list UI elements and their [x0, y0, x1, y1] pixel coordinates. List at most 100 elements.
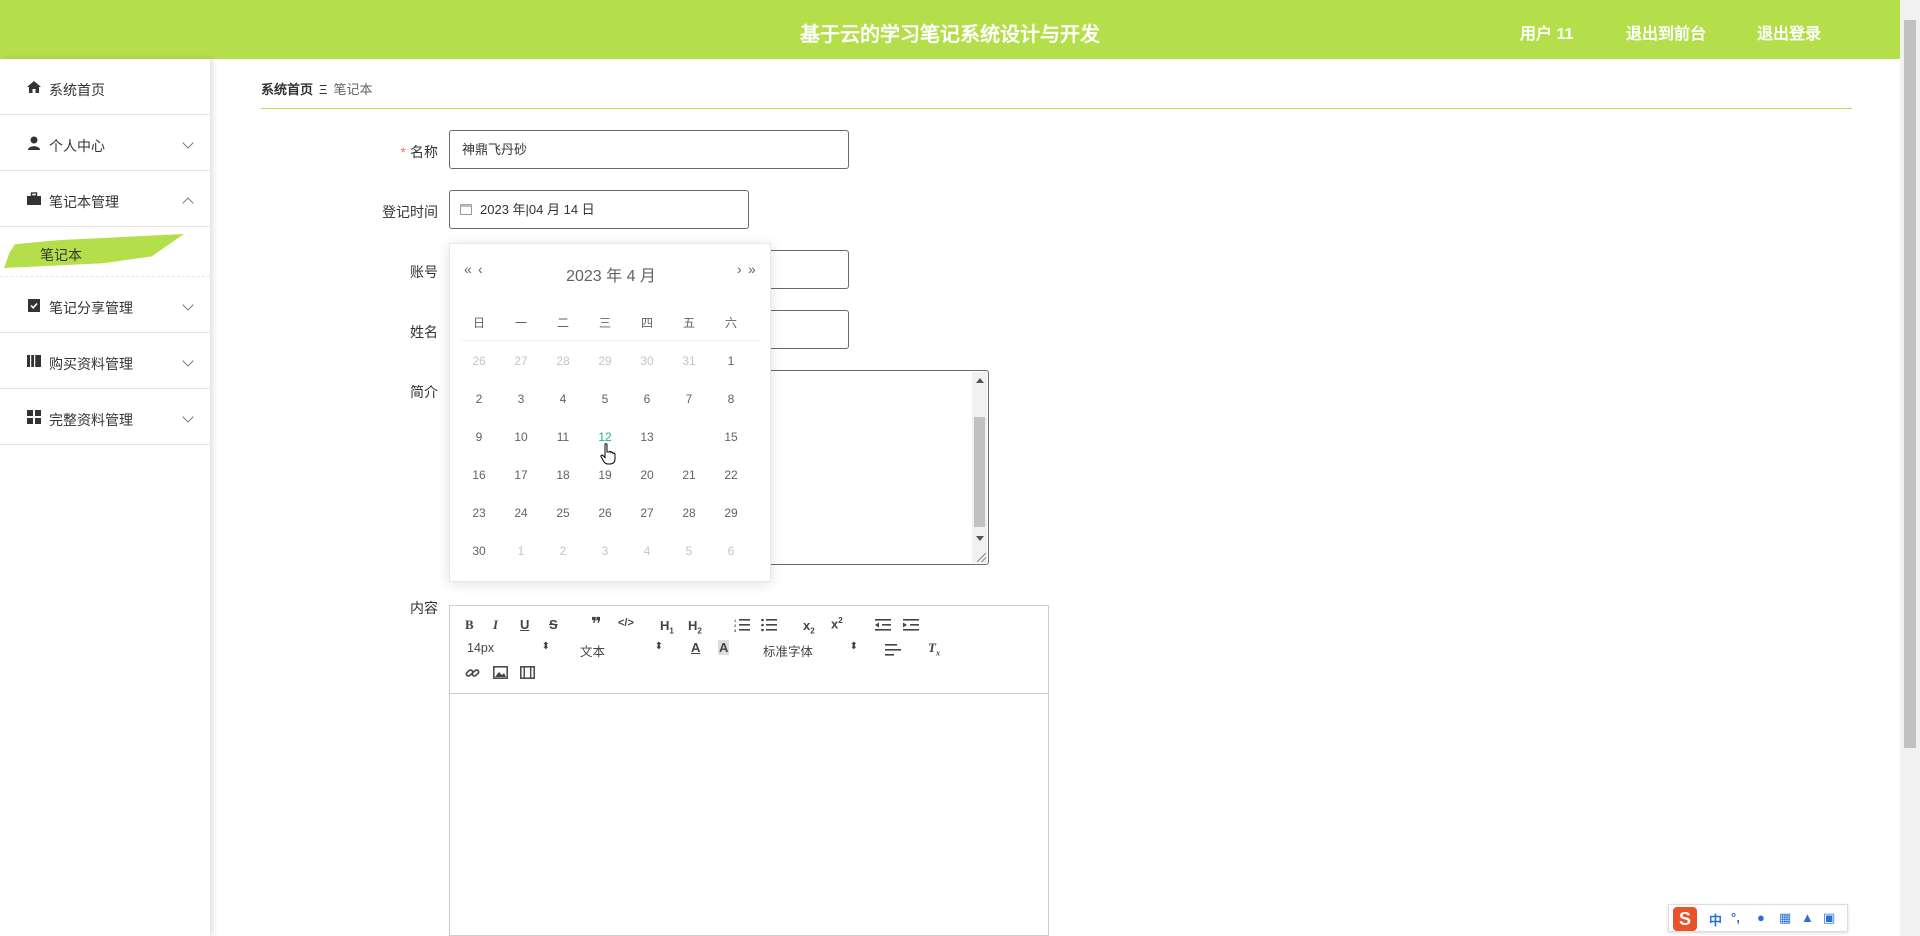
calendar-day[interactable]: 29 — [710, 501, 752, 525]
font-color-icon[interactable]: A — [691, 640, 700, 655]
calendar-day[interactable]: 25 — [542, 501, 584, 525]
font-size-select[interactable]: 14px ⬍ — [467, 641, 550, 655]
ime-voice-icon[interactable]: ● — [1757, 910, 1765, 925]
next-year-button[interactable]: » — [748, 261, 756, 277]
scroll-down-arrow-icon[interactable] — [976, 536, 984, 541]
video-icon[interactable] — [520, 666, 535, 679]
calendar-day[interactable]: 10 — [500, 425, 542, 449]
sidebar-item-note-sharing[interactable]: 笔记分享管理 — [0, 277, 210, 333]
calendar-day[interactable]: 17 — [500, 463, 542, 487]
calendar-day[interactable]: 2 — [458, 387, 500, 411]
calendar-day[interactable]: 22 — [710, 463, 752, 487]
calendar-day[interactable]: 14 — [668, 425, 710, 449]
bullet-list-icon[interactable] — [761, 618, 777, 632]
italic-icon[interactable]: I — [493, 617, 498, 633]
sidebar-item-personal-center[interactable]: 个人中心 — [0, 115, 210, 171]
calendar-day[interactable]: 4 — [542, 387, 584, 411]
page-scroll-thumb[interactable] — [1904, 20, 1916, 748]
calendar-day[interactable]: 29 — [584, 349, 626, 373]
ime-mode-toggle[interactable]: 中 — [1709, 910, 1722, 929]
calendar-day[interactable]: 2 — [542, 539, 584, 563]
calendar-day[interactable]: 24 — [500, 501, 542, 525]
align-icon[interactable] — [885, 643, 901, 657]
font-family-select[interactable]: 标准字体 ⬍ — [763, 641, 858, 660]
ime-menu-icon[interactable]: ▣ — [1823, 910, 1835, 926]
calendar-day[interactable]: 27 — [626, 501, 668, 525]
calendar-day[interactable]: 21 — [668, 463, 710, 487]
editor-toolbar: B I U S ❞ </> H1 H2 123 x2 x2 14px ⬍ 文本 ⬍ … — [450, 606, 1048, 694]
calendar-day[interactable]: 28 — [542, 349, 584, 373]
calendar-day[interactable]: 7 — [668, 387, 710, 411]
clear-format-icon[interactable]: Tx — [928, 640, 940, 658]
sidebar-item-full-materials[interactable]: 完整资料管理 — [0, 389, 210, 445]
background-color-icon[interactable]: A — [718, 640, 730, 655]
textarea-scrollbar[interactable] — [972, 372, 987, 563]
calendar-day[interactable]: 31 — [668, 349, 710, 373]
breadcrumb-home[interactable]: 系统首页 — [261, 82, 313, 97]
next-month-button[interactable]: › — [737, 261, 741, 277]
subscript-icon[interactable]: x2 — [803, 618, 815, 636]
date-input[interactable]: 2023 年|04 月 14 日 — [449, 190, 749, 229]
indent-icon[interactable] — [903, 618, 919, 632]
ime-keyboard-icon[interactable]: ▦ — [1779, 910, 1791, 926]
calendar-day[interactable]: 19 — [584, 463, 626, 487]
blockquote-icon[interactable]: ❞ — [591, 614, 602, 635]
sidebar-item-label: 购买资料管理 — [49, 356, 133, 372]
sidebar-item-notebook-management[interactable]: 笔记本管理 — [0, 171, 210, 227]
ime-toolbar[interactable]: S 中 °, ● ▦ ▲ ▣ — [1668, 904, 1848, 932]
calendar-day[interactable]: 6 — [710, 539, 752, 563]
calendar-day[interactable]: 8 — [710, 387, 752, 411]
bold-icon[interactable]: B — [465, 617, 474, 633]
logout-link[interactable]: 退出登录 — [1757, 20, 1821, 44]
chevron-up-icon — [182, 197, 194, 209]
calendar-day[interactable]: 4 — [626, 539, 668, 563]
sidebar-item-purchase-materials[interactable]: 购买资料管理 — [0, 333, 210, 389]
header-select[interactable]: 文本 ⬍ — [580, 641, 663, 660]
calendar-day[interactable]: 20 — [626, 463, 668, 487]
name-input[interactable]: 神鼎飞丹砂 — [449, 130, 849, 169]
calendar-day[interactable]: 30 — [626, 349, 668, 373]
ime-punctuation-icon[interactable]: °, — [1731, 910, 1740, 925]
calendar-day[interactable]: 3 — [500, 387, 542, 411]
ordered-list-icon[interactable]: 123 — [734, 618, 750, 632]
calendar-day[interactable]: 15 — [710, 425, 752, 449]
calendar-day[interactable]: 26 — [584, 501, 626, 525]
calendar-day[interactable]: 18 — [542, 463, 584, 487]
calendar-day[interactable]: 6 — [626, 387, 668, 411]
outdent-icon[interactable] — [875, 618, 891, 632]
scroll-up-arrow-icon[interactable] — [976, 378, 984, 383]
scroll-thumb[interactable] — [974, 417, 985, 527]
calendar-day[interactable]: 27 — [500, 349, 542, 373]
calendar-day[interactable]: 23 — [458, 501, 500, 525]
calendar-day[interactable]: 3 — [584, 539, 626, 563]
heading2-icon[interactable]: H2 — [688, 618, 702, 636]
image-icon[interactable] — [493, 666, 508, 679]
code-block-icon[interactable]: </> — [618, 617, 634, 629]
calendar-day[interactable]: 26 — [458, 349, 500, 373]
underline-icon[interactable]: U — [520, 617, 529, 632]
calendar-day[interactable]: 1 — [500, 539, 542, 563]
name-label: * 名称 — [338, 142, 438, 162]
calendar-day[interactable]: 5 — [584, 387, 626, 411]
superscript-icon[interactable]: x2 — [831, 616, 843, 631]
weekday-divider — [462, 340, 760, 341]
heading1-icon[interactable]: H1 — [660, 618, 674, 636]
calendar-day[interactable]: 28 — [668, 501, 710, 525]
back-to-front-link[interactable]: 退出到前台 — [1626, 20, 1706, 44]
ime-skin-icon[interactable]: ▲ — [1801, 910, 1814, 925]
calendar-day[interactable]: 30 — [458, 539, 500, 563]
sidebar-subitem-notebook[interactable]: 笔记本 — [0, 227, 210, 277]
strikethrough-icon[interactable]: S — [549, 617, 558, 632]
page-scrollbar[interactable] — [1900, 0, 1920, 936]
user-menu-link[interactable]: 用户 11 — [1520, 20, 1573, 44]
calendar-day[interactable]: 5 — [668, 539, 710, 563]
calendar-day[interactable]: 9 — [458, 425, 500, 449]
calendar-day[interactable]: 11 — [542, 425, 584, 449]
calendar-day-number: 4 — [643, 544, 651, 558]
calendar-day[interactable]: 13 — [626, 425, 668, 449]
resize-handle-icon[interactable] — [977, 553, 986, 562]
calendar-day[interactable]: 16 — [458, 463, 500, 487]
sidebar-item-home[interactable]: 系统首页 — [0, 59, 210, 115]
link-icon[interactable] — [465, 666, 480, 680]
calendar-day[interactable]: 1 — [710, 349, 752, 373]
